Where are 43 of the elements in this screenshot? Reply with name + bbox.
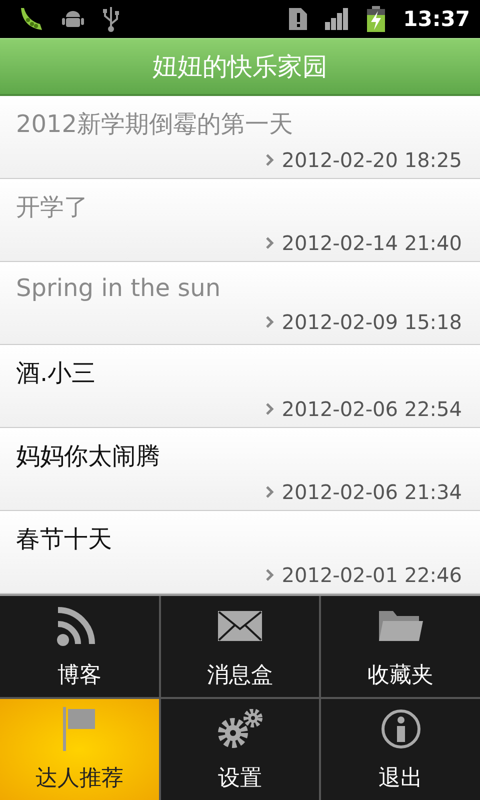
post-item[interactable]: 开学了 2012-02-14 21:40 — [0, 179, 480, 261]
menu-item[interactable]: 设置 — [160, 699, 320, 800]
post-title: 妈妈你太闹腾 — [16, 441, 160, 472]
menu-item[interactable]: 收藏夹 — [321, 596, 480, 697]
chevron-right-icon — [266, 486, 274, 498]
folder-icon — [378, 610, 423, 640]
chevron-right-icon — [266, 154, 274, 166]
status-time: 13:37 — [403, 7, 470, 31]
post-title: 开学了 — [16, 192, 88, 223]
signal-icon — [325, 8, 350, 30]
envelope-icon — [218, 610, 262, 640]
post-item[interactable]: 2012新学期倒霉的第一天 2012-02-20 18:25 — [0, 96, 480, 178]
menu-item[interactable]: 博客 — [0, 596, 159, 697]
usb-icon — [102, 5, 120, 33]
pea-pod-icon — [18, 6, 44, 32]
menu-item[interactable]: 达人推荐 — [0, 699, 159, 800]
menu-item[interactable]: 退出 — [321, 699, 480, 800]
flag-icon — [61, 706, 98, 750]
chevron-right-icon — [266, 237, 274, 249]
app-title: 妞妞的快乐家园 — [152, 51, 328, 83]
gears-icon — [216, 708, 263, 748]
sim-alert-icon — [289, 8, 308, 30]
android-icon — [62, 8, 84, 30]
post-date: 2012-02-14 21:40 — [282, 231, 462, 255]
post-item[interactable]: 酒.小三 2012-02-06 22:54 — [0, 345, 480, 427]
post-title: 酒.小三 — [16, 358, 96, 389]
post-item[interactable]: 春节十天 2012-02-01 22:46 — [0, 511, 480, 593]
chevron-right-icon — [266, 316, 274, 328]
post-item[interactable]: 妈妈你太闹腾 2012-02-06 21:34 — [0, 428, 480, 510]
post-date: 2012-02-20 18:25 — [282, 148, 462, 172]
post-title: 2012新学期倒霉的第一天 — [16, 109, 294, 140]
post-item[interactable]: Spring in the sun 2012-02-09 15:18 — [0, 262, 480, 344]
post-date: 2012-02-06 21:34 — [282, 480, 462, 504]
chevron-right-icon — [266, 569, 274, 581]
post-date: 2012-02-09 15:18 — [282, 310, 462, 334]
post-title: Spring in the sun — [16, 274, 221, 302]
chevron-right-icon — [266, 403, 274, 415]
battery-charging-icon — [367, 6, 386, 32]
post-title: 春节十天 — [16, 524, 112, 555]
info-icon — [380, 708, 421, 748]
menu-item[interactable]: 消息盒 — [160, 596, 320, 697]
post-date: 2012-02-01 22:46 — [282, 563, 462, 587]
post-date: 2012-02-06 22:54 — [282, 397, 462, 421]
